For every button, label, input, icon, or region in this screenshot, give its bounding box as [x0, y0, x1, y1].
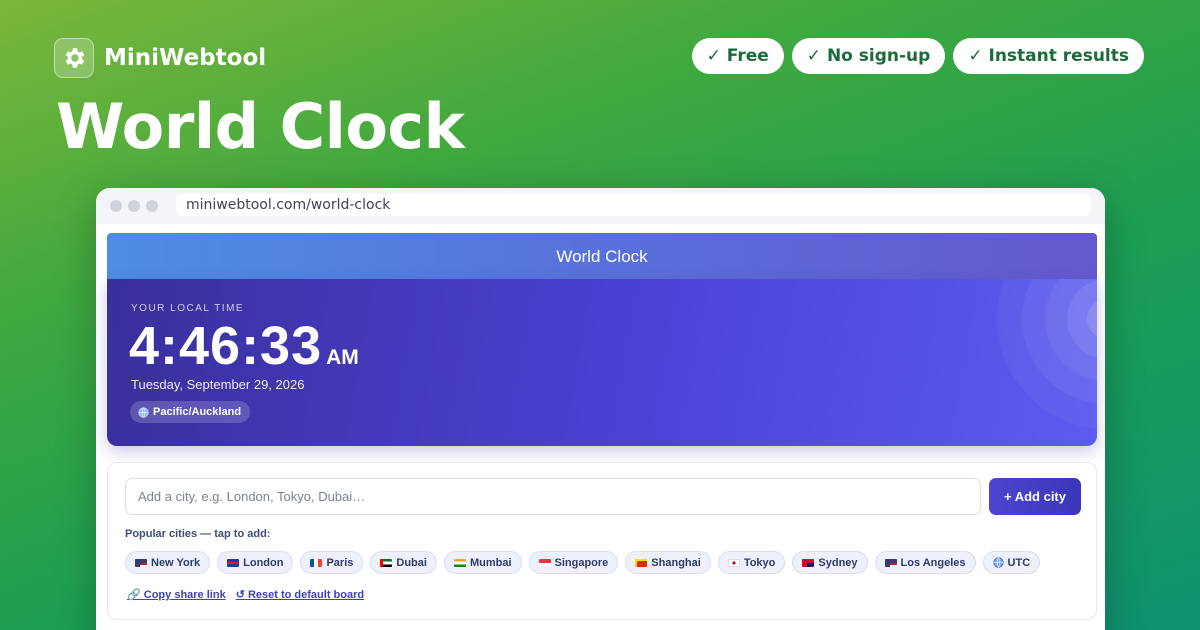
city-chip-utc[interactable]: UTC [982, 551, 1041, 574]
reset-board-label: Reset to default board [247, 589, 365, 601]
gear-icon [54, 38, 94, 78]
timezone-name: Pacific/Auckland [153, 406, 242, 418]
feature-badges: ✓ Free ✓ No sign-up ✓ Instant results [691, 38, 1144, 74]
browser-window: miniwebtool.com/world-clock World Clock … [96, 188, 1105, 630]
city-chip-label: Tokyo [743, 556, 776, 569]
brand-name: MiniWebtool [104, 45, 267, 71]
popular-cities-list: New York London Paris Dubai Mumbai Singa… [125, 551, 1041, 574]
city-chip-singapore[interactable]: Singapore [528, 551, 619, 574]
window-dot-icon [110, 200, 122, 212]
link-icon: 🔗 [127, 589, 141, 601]
city-chip-mumbai[interactable]: Mumbai [443, 551, 522, 574]
city-search-input[interactable] [125, 478, 981, 515]
city-chip-paris[interactable]: Paris [300, 551, 364, 574]
browser-toolbar: miniwebtool.com/world-clock [96, 188, 1105, 224]
city-chip-label: Singapore [554, 556, 609, 569]
copy-share-link[interactable]: 🔗 Copy share link [127, 588, 226, 601]
city-chip-tokyo[interactable]: Tokyo [717, 551, 786, 574]
timezone-badge: Pacific/Auckland [130, 401, 251, 423]
reset-icon: ↺ [235, 589, 245, 601]
window-dot-icon [146, 200, 158, 212]
city-chip-new-york[interactable]: New York [125, 551, 211, 574]
city-chip-label: UTC [1007, 556, 1031, 569]
popular-cities-label: Popular cities — tap to add: [125, 528, 271, 540]
brand[interactable]: MiniWebtool [54, 38, 266, 78]
city-chip-label: Dubai [396, 556, 427, 569]
in-flag-icon [453, 558, 466, 567]
time-ampm: AM [326, 346, 359, 369]
city-chip-label: Sydney [818, 556, 858, 569]
jp-flag-icon [727, 558, 740, 567]
address-bar[interactable]: miniwebtool.com/world-clock [176, 194, 1091, 216]
board-actions: 🔗 Copy share link ↺ Reset to default boa… [127, 588, 364, 601]
gb-flag-icon [227, 558, 240, 567]
badge-instant-results: ✓ Instant results [953, 38, 1144, 74]
us-flag-icon [884, 558, 897, 567]
window-dot-icon [128, 200, 140, 212]
city-chip-label: Paris [326, 556, 354, 569]
app-header-title: World Clock [556, 247, 648, 266]
globe-icon [992, 557, 1004, 568]
add-city-panel: + Add city Popular cities — tap to add: … [107, 462, 1097, 620]
us-flag-icon [135, 558, 147, 567]
city-chip-sydney[interactable]: Sydney [792, 551, 868, 574]
local-clock-card: YOUR LOCAL TIME 4:46:33 AM Tuesday, Sept… [107, 279, 1097, 446]
city-chip-label: Mumbai [469, 556, 512, 569]
city-chip-los-angeles[interactable]: Los Angeles [874, 551, 976, 574]
globe-icon [138, 406, 149, 418]
add-city-button[interactable]: + Add city [989, 478, 1081, 515]
decorative-rings-icon [997, 279, 1097, 429]
city-chip-label: Los Angeles [900, 556, 966, 569]
city-chip-label: Shanghai [651, 556, 701, 569]
time-value: 4:46:33 [129, 316, 323, 376]
cn-flag-icon [635, 558, 648, 567]
hero-title: World Clock [56, 90, 465, 163]
fr-flag-icon [310, 558, 323, 567]
city-chip-dubai[interactable]: Dubai [370, 551, 437, 574]
app-header: World Clock [107, 233, 1097, 281]
copy-share-link-label: Copy share link [143, 589, 226, 601]
au-flag-icon [802, 558, 815, 567]
city-chip-london[interactable]: London [217, 551, 294, 574]
sg-flag-icon [538, 558, 551, 567]
badge-no-signup: ✓ No sign-up [791, 38, 946, 74]
badge-free: ✓ Free [691, 38, 784, 74]
city-chip-shanghai[interactable]: Shanghai [625, 551, 711, 574]
local-date: Tuesday, September 29, 2026 [131, 377, 305, 392]
local-time-label: YOUR LOCAL TIME [131, 303, 245, 314]
city-chip-label: New York [151, 556, 201, 569]
ae-flag-icon [380, 558, 393, 567]
city-chip-label: London [243, 556, 284, 569]
reset-board-link[interactable]: ↺ Reset to default board [236, 588, 364, 601]
local-time: 4:46:33 AM [129, 315, 359, 377]
